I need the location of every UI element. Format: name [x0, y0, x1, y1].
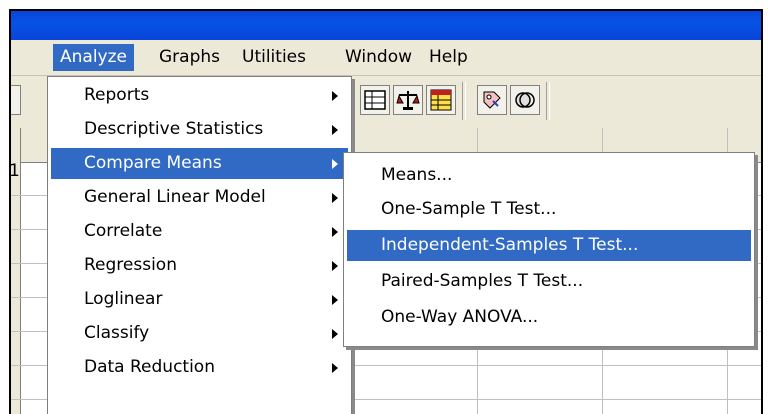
menu-analyze[interactable]: Analyze: [53, 44, 134, 71]
submenu-item-label: One-Sample T Test...: [381, 199, 557, 219]
use-sets-button[interactable]: [510, 85, 540, 115]
menu-item-label: General Linear Model: [84, 187, 266, 207]
scale-icon: [396, 91, 420, 110]
menu-utilities[interactable]: Utilities: [235, 44, 313, 71]
menu-item-regression[interactable]: Regression: [51, 250, 348, 281]
value-labels-icon: [483, 91, 501, 109]
variable-table-icon: [430, 89, 452, 111]
menu-item-correlate[interactable]: Correlate: [51, 216, 348, 247]
menu-graphs[interactable]: Graphs: [152, 44, 227, 71]
case-number: 1: [9, 161, 20, 181]
menu-item-label: Regression: [84, 255, 177, 275]
submenu-item-label: Means...: [381, 165, 453, 185]
menu-item-label: Descriptive Statistics: [84, 119, 264, 139]
submenu-item-means[interactable]: Means...: [347, 160, 751, 191]
submenu-item-one-sample-t-test[interactable]: One-Sample T Test...: [347, 194, 751, 225]
submenu-arrow-icon: [332, 227, 338, 237]
submenu-item-label: Independent-Samples T Test...: [381, 235, 639, 255]
menu-item-reports[interactable]: Reports: [51, 80, 348, 111]
submenu-item-label: Paired-Samples T Test...: [381, 271, 584, 291]
submenu-arrow-icon: [332, 329, 338, 339]
analyze-menu: Reports Descriptive Statistics Compare M…: [47, 76, 352, 414]
weight-cases-button[interactable]: [393, 85, 423, 115]
toolbar-separator-2: [546, 82, 550, 120]
spss-window: Analyze Graphs Utilities Window Help 1 R…: [9, 9, 763, 414]
menu-bar: Analyze Graphs Utilities Window Help: [11, 40, 761, 76]
menu-item-label: Correlate: [84, 221, 163, 241]
menu-item-compare-means[interactable]: Compare Means: [51, 148, 348, 179]
grid-button[interactable]: [360, 85, 390, 115]
grid-icon: [364, 90, 386, 110]
compare-means-submenu: Means... One-Sample T Test... Independen…: [343, 152, 755, 347]
menu-item-label: Classify: [84, 323, 150, 343]
submenu-arrow-icon: [332, 159, 338, 169]
menu-item-label: Data Reduction: [84, 357, 215, 377]
variables-button[interactable]: [426, 85, 456, 115]
use-sets-icon: [515, 92, 535, 108]
menu-window[interactable]: Window: [338, 44, 419, 71]
menu-item-classify[interactable]: Classify: [51, 318, 348, 349]
menu-item-label: Reports: [84, 85, 150, 105]
submenu-item-one-way-anova[interactable]: One-Way ANOVA...: [347, 302, 751, 333]
submenu-arrow-icon: [332, 91, 338, 101]
submenu-item-independent-samples-t-test[interactable]: Independent-Samples T Test...: [347, 230, 751, 261]
toolbar-separator: [462, 82, 466, 120]
submenu-arrow-icon: [332, 193, 338, 203]
submenu-item-label: One-Way ANOVA...: [381, 307, 539, 327]
menu-item-label: Loglinear: [84, 289, 163, 309]
submenu-arrow-icon: [332, 295, 338, 305]
toolbar-button-partial[interactable]: [11, 85, 21, 115]
menu-item-descriptive-statistics[interactable]: Descriptive Statistics: [51, 114, 348, 145]
submenu-arrow-icon: [332, 261, 338, 271]
menu-item-general-linear-model[interactable]: General Linear Model: [51, 182, 348, 213]
title-bar: [11, 11, 761, 40]
menu-help[interactable]: Help: [422, 44, 475, 71]
submenu-arrow-icon: [332, 125, 338, 135]
submenu-arrow-icon: [332, 363, 338, 373]
menu-item-data-reduction[interactable]: Data Reduction: [51, 352, 348, 383]
menu-item-loglinear[interactable]: Loglinear: [51, 284, 348, 315]
menu-item-label: Compare Means: [84, 153, 222, 173]
submenu-item-paired-samples-t-test[interactable]: Paired-Samples T Test...: [347, 266, 751, 297]
value-labels-button[interactable]: [477, 85, 507, 115]
